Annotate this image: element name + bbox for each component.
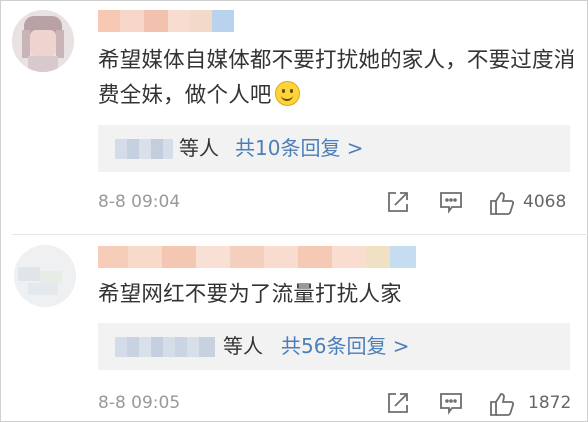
- comment-item: 希望网红不要为了流量打扰人家 等人 共56条回复 > 8-8 09:05 187…: [0, 234, 588, 422]
- view-replies-link[interactable]: 共10条回复 >: [235, 135, 364, 161]
- replies-box[interactable]: 等人 共10条回复 >: [98, 125, 570, 172]
- timestamp: 8-8 09:05: [98, 393, 181, 413]
- view-replies-link[interactable]: 共56条回复 >: [281, 333, 410, 359]
- comment-icon[interactable]: [439, 190, 463, 214]
- timestamp: 8-8 09:04: [98, 192, 181, 212]
- reply-people-suffix: 等人: [223, 334, 263, 358]
- username-blurred[interactable]: [98, 10, 234, 32]
- replies-box[interactable]: 等人 共56条回复 >: [98, 323, 570, 370]
- thumbs-up-icon[interactable]: [489, 391, 515, 417]
- reply-people-suffix: 等人: [179, 136, 219, 160]
- comment-text: 希望媒体自媒体都不要打扰她的家人，不要过度消费全妹，做个人吧: [98, 48, 576, 108]
- reply-users-blurred: [115, 139, 173, 159]
- share-icon[interactable]: [386, 391, 410, 415]
- comment-item: 希望媒体自媒体都不要打扰她的家人，不要过度消费全妹，做个人吧 等人 共10条回复…: [0, 0, 588, 234]
- thumbs-up-icon[interactable]: [489, 190, 515, 216]
- share-icon[interactable]: [386, 190, 410, 214]
- like-count: 1872: [528, 393, 572, 413]
- comment-text: 希望网红不要为了流量打扰人家: [98, 282, 402, 307]
- avatar[interactable]: [12, 10, 74, 72]
- username-blurred[interactable]: [98, 246, 416, 268]
- avatar[interactable]: [14, 245, 76, 307]
- like-count: 4068: [523, 192, 567, 212]
- reply-users-blurred: [115, 337, 215, 357]
- smile-emoji-icon: [274, 81, 300, 106]
- comment-icon[interactable]: [439, 391, 463, 415]
